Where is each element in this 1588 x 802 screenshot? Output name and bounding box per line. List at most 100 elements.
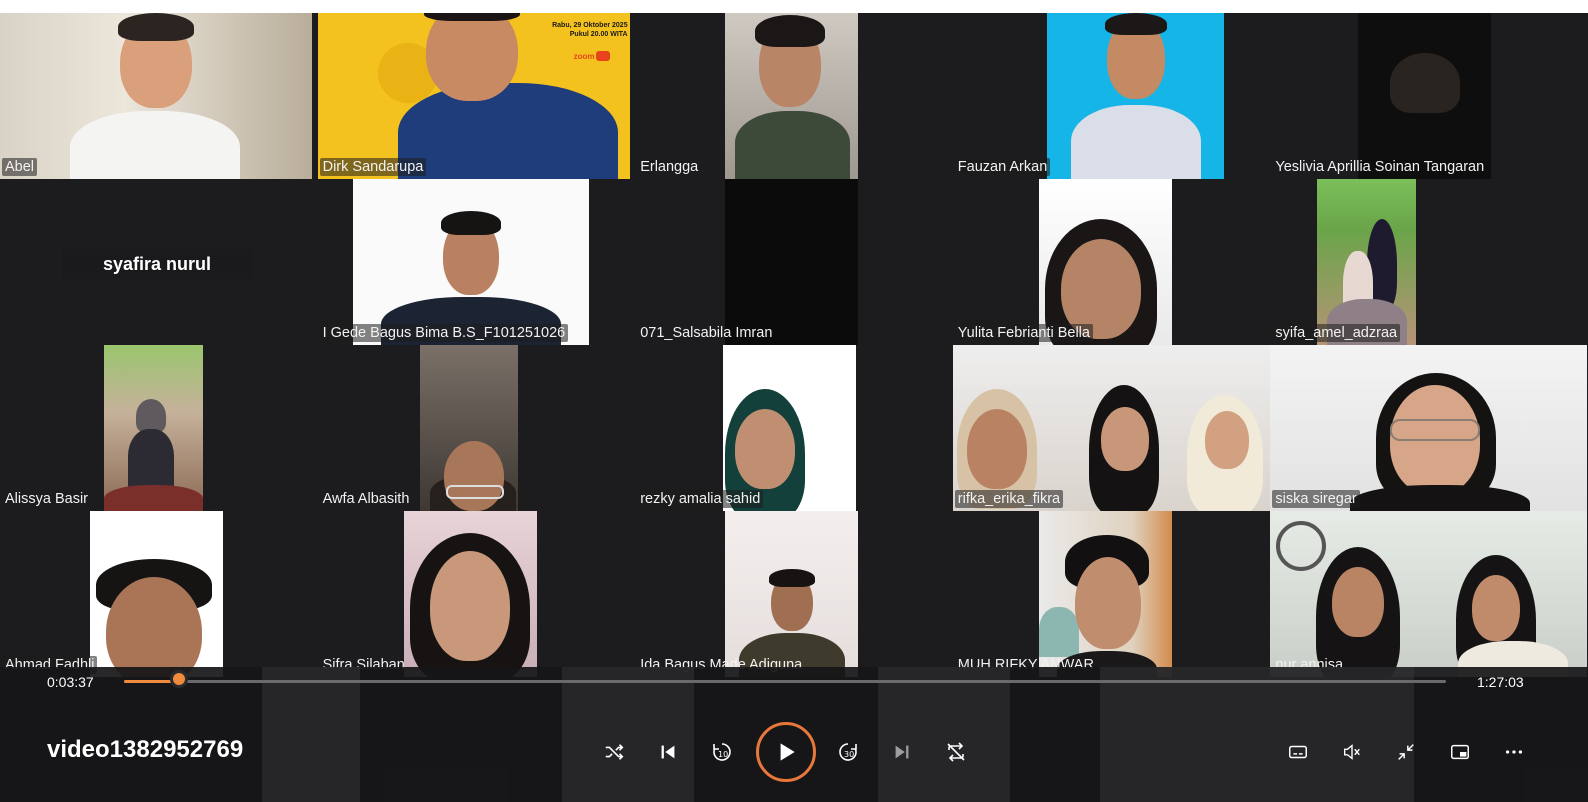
participant-tile: 071_Salsabila Imran [635,179,953,345]
fan [1276,521,1327,571]
person-hair [769,569,816,587]
participant-tile: Fauzan Arkan [952,13,1271,179]
participant-tile: syafira nurul [0,179,318,345]
minimize-button[interactable] [1392,738,1420,766]
forward-30-icon: 30 [839,743,857,761]
participant-tile: nur annisa [1270,511,1588,677]
svg-text:30: 30 [844,750,854,759]
participant-tile: Sifra Silaban [317,511,636,677]
participant-tile: Ahmad Fadhli [0,511,318,677]
person-face [735,409,796,489]
shuffle-button[interactable] [600,738,628,766]
zoom-logo: zoom [574,51,611,61]
participant-tile: siska siregar [1270,345,1588,511]
person-hair [440,211,501,235]
background-tile-ghost [878,667,1010,802]
person-face [443,441,504,511]
participant-name: Erlangga [640,159,699,175]
person-face [1074,557,1141,649]
participant-name: I Gede Bagus Bima B.S_F101251026 [319,324,569,342]
person-body [128,429,174,489]
video-feed [1317,179,1417,345]
repeat-button[interactable] [942,738,970,766]
video-feed [352,179,589,345]
poster-text: Rabu, 29 Oktober 2025 Pukul 20.00 WITA [552,22,628,38]
minimize-icon [1398,744,1414,760]
forward-30-button[interactable]: 30 [834,738,862,766]
participant-tile: Awfa Albasith [317,345,636,511]
person-body [735,111,851,179]
person-face [425,13,518,101]
participant-tile: rifka_erika_fikra [952,345,1271,511]
video-feed [725,13,859,179]
svg-text:10: 10 [718,750,728,759]
elapsed-time: 0:03:37 [47,674,94,690]
play-button[interactable] [756,722,816,782]
video-feed [952,345,1270,511]
person-face [1472,575,1521,641]
participant-tile: Alissya Basir [0,345,318,511]
participant-tile: Yulita Febrianti Bella [952,179,1271,345]
participant-tile: rezky amalia sahid [635,345,953,511]
zoom-icon [596,51,611,61]
participant-name: Abel [2,158,38,176]
participant-tile: Rabu, 29 Oktober 2025 Pukul 20.00 WITA z… [317,13,636,179]
mute-icon [1343,744,1360,760]
video-feed [90,511,223,677]
captions-button[interactable] [1284,738,1312,766]
participant-name: rifka_erika_fikra [954,490,1064,508]
next-icon [895,745,909,759]
seek-thumb[interactable] [169,670,188,688]
next-button[interactable] [888,738,916,766]
person-body [1350,485,1531,511]
participant-name: Fauzan Arkan [954,158,1051,176]
participant-tile: Erlangga [635,13,953,179]
seek-bar[interactable] [124,680,1446,683]
participant-name: Yeslivia Aprillia Soinan Tangaran [1275,159,1485,175]
repeat-off-icon [947,742,965,762]
participant-name: 071_Salsabila Imran [640,325,773,341]
video-feed [1046,13,1224,179]
participant-grid: Abel Rabu, 29 Oktober 2025 Pukul 20.00 W… [0,13,1588,677]
background-tile-ghost [562,667,694,802]
rewind-10-icon: 10 [713,743,731,761]
person-face [1100,407,1149,471]
more-button[interactable] [1500,738,1528,766]
glasses [1390,419,1481,441]
participant-name: rezky amalia sahid [637,490,764,508]
mute-button[interactable] [1338,738,1366,766]
participant-name: syifa_amel_adzraa [1272,324,1401,342]
person-face [966,409,1027,489]
pillow [1038,607,1079,657]
miniplayer-button[interactable] [1446,738,1474,766]
video-feed [403,511,537,677]
person-hair [1104,13,1167,35]
person-face [1332,567,1385,637]
more-icon [1505,750,1523,754]
video-feed [725,179,859,345]
participant-name: Alissya Basir [5,491,88,507]
total-duration: 1:27:03 [1477,674,1524,690]
previous-button[interactable] [654,738,682,766]
video-feed [1038,511,1172,677]
participant-tile: syifa_amel_adzraa [1270,179,1588,345]
participant-tile: MUH.RIFKY ANWAR [952,511,1271,677]
top-strip [0,0,1588,13]
previous-icon [661,745,675,759]
glasses [445,485,504,499]
person-hair [136,399,166,433]
person-hair [118,13,194,41]
participant-name: Awfa Albasith [322,491,410,507]
miniplayer-icon [1451,744,1469,760]
participant-name: Dirk Sandarupa [319,158,427,176]
person-hair [423,13,520,21]
person-hair [1390,53,1461,113]
shuffle-icon [605,744,624,760]
video-feed: Rabu, 29 Oktober 2025 Pukul 20.00 WITA z… [317,13,630,179]
video-feed [0,13,312,179]
participant-name: Yulita Febrianti Bella [954,324,1093,342]
background-tile-ghost [1100,667,1414,802]
participant-tile: Yeslivia Aprillia Soinan Tangaran [1270,13,1588,179]
rewind-10-button[interactable]: 10 [708,738,736,766]
carpet [104,485,203,511]
